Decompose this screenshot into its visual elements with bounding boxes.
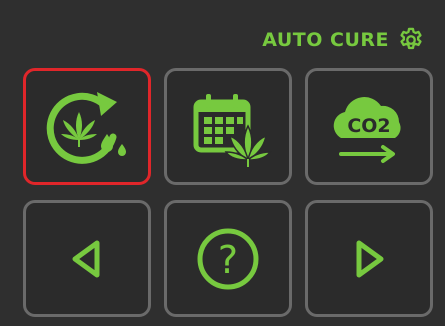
schedule-button[interactable]: [164, 68, 292, 185]
co2-cloud-icon: CO2: [333, 96, 401, 163]
calendar-leaf-icon: [193, 93, 272, 167]
co2-label: CO2: [347, 115, 390, 137]
co2-button[interactable]: CO2: [305, 68, 433, 185]
page-title: AUTO CURE: [262, 29, 389, 51]
triangle-left-icon: [72, 240, 100, 277]
gear-icon[interactable]: [397, 26, 425, 54]
help-label: ?: [218, 238, 238, 282]
back-button[interactable]: [23, 200, 151, 317]
auto-cure-screen: AUTO CURE CO2 ?: [0, 0, 445, 326]
header: AUTO CURE: [262, 26, 425, 54]
auto-cure-cycle-button[interactable]: [23, 68, 151, 185]
help-button[interactable]: ?: [164, 200, 292, 317]
help-icon: ?: [197, 228, 259, 289]
forward-button[interactable]: [305, 200, 433, 317]
cure-cycle-icon: [46, 91, 126, 164]
triangle-right-icon: [356, 240, 384, 277]
